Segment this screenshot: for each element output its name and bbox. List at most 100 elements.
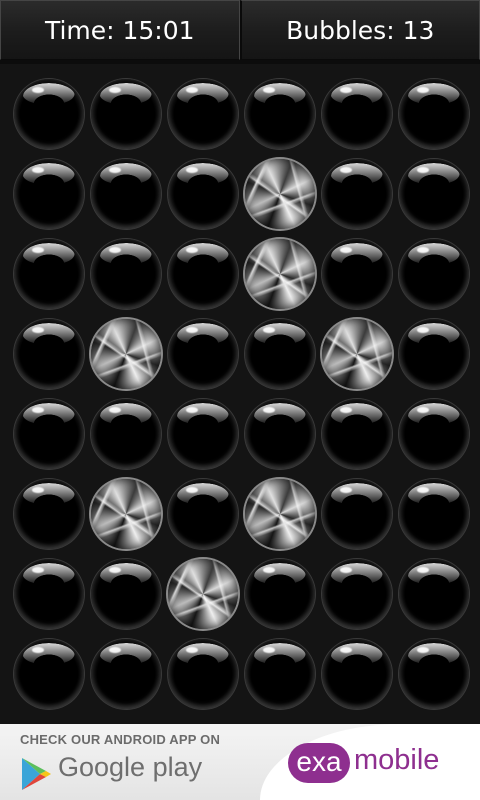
bubble-cell <box>395 74 472 154</box>
bubble-cell <box>241 634 318 714</box>
bubble[interactable] <box>321 239 392 309</box>
status-bar: Time: 15:01 Bubbles: 13 <box>0 0 480 64</box>
bubble[interactable] <box>244 319 315 389</box>
bubble-grid <box>10 74 472 714</box>
bubble[interactable] <box>13 239 84 309</box>
popped-bubble <box>321 319 392 389</box>
bubble[interactable] <box>167 399 238 469</box>
bubble-cell <box>87 554 164 634</box>
bubble-cell <box>395 154 472 234</box>
bubble[interactable] <box>398 559 469 629</box>
bubble-cell <box>164 314 241 394</box>
bubble-cell <box>10 314 87 394</box>
bubble-cell <box>241 554 318 634</box>
bubble-cell <box>241 314 318 394</box>
bubble[interactable] <box>398 639 469 709</box>
bubble-cell <box>318 234 395 314</box>
bubble-cell <box>395 234 472 314</box>
bubble[interactable] <box>321 559 392 629</box>
bubble-cell <box>10 474 87 554</box>
bubble-cell <box>164 154 241 234</box>
bubble[interactable] <box>244 399 315 469</box>
bubble[interactable] <box>321 159 392 229</box>
bubble-cell <box>395 634 472 714</box>
bubble-cell <box>87 314 164 394</box>
bubble-cell <box>164 474 241 554</box>
bubble[interactable] <box>398 399 469 469</box>
bubble[interactable] <box>398 79 469 149</box>
bubble[interactable] <box>244 79 315 149</box>
bubble-wrap-game: Time: 15:01 Bubbles: 13 CHECK OUR ANDROI… <box>0 0 480 800</box>
popped-bubble <box>244 239 315 309</box>
bubble-cell <box>87 634 164 714</box>
bubble-cell <box>87 234 164 314</box>
bubble-cell <box>164 234 241 314</box>
bubble[interactable] <box>398 479 469 549</box>
bubble-cell <box>87 474 164 554</box>
bubble-cell <box>164 554 241 634</box>
bubble[interactable] <box>398 239 469 309</box>
bubble[interactable] <box>90 559 161 629</box>
exa-logo-text: mobile <box>354 744 440 776</box>
bubble-cell <box>241 394 318 474</box>
bubble[interactable] <box>13 559 84 629</box>
bubble-cell <box>10 234 87 314</box>
bubble-cell <box>10 74 87 154</box>
bubble-cell <box>318 394 395 474</box>
bubble[interactable] <box>13 479 84 549</box>
bubble[interactable] <box>13 319 84 389</box>
bubble-cell <box>10 554 87 634</box>
bubble-cell <box>241 474 318 554</box>
bubble[interactable] <box>167 239 238 309</box>
bubble[interactable] <box>321 479 392 549</box>
bubble-cell <box>164 74 241 154</box>
google-play-text: Google play <box>58 752 203 782</box>
time-display: Time: 15:01 <box>0 0 240 60</box>
bubble[interactable] <box>167 159 238 229</box>
bubble[interactable] <box>90 399 161 469</box>
bubble-cell <box>318 314 395 394</box>
bubble[interactable] <box>321 79 392 149</box>
bubble-cell <box>395 394 472 474</box>
bubble[interactable] <box>321 399 392 469</box>
popped-bubble <box>244 159 315 229</box>
bubble-cell <box>164 634 241 714</box>
bubble[interactable] <box>167 79 238 149</box>
bubble-cell <box>241 234 318 314</box>
ad-caption: CHECK OUR ANDROID APP ON <box>20 732 221 747</box>
exa-logo-badge: exa <box>288 743 350 783</box>
bubble-cell <box>395 474 472 554</box>
bubble-cell <box>318 474 395 554</box>
bubble-cell <box>87 154 164 234</box>
bubble[interactable] <box>398 159 469 229</box>
bubble[interactable] <box>244 559 315 629</box>
bubble-cell <box>318 154 395 234</box>
bubble[interactable] <box>13 79 84 149</box>
bubble[interactable] <box>167 319 238 389</box>
bubble[interactable] <box>13 159 84 229</box>
bubble[interactable] <box>244 639 315 709</box>
bubble-cell <box>10 394 87 474</box>
bubble-cell <box>10 154 87 234</box>
bubble-cell <box>318 634 395 714</box>
bubble[interactable] <box>13 399 84 469</box>
bubble[interactable] <box>167 479 238 549</box>
bubble-cell <box>10 634 87 714</box>
bubble[interactable] <box>13 639 84 709</box>
bubble-cell <box>241 154 318 234</box>
popped-bubble <box>90 479 161 549</box>
bubble[interactable] <box>167 639 238 709</box>
bubble-cell <box>87 74 164 154</box>
bubble[interactable] <box>321 639 392 709</box>
bubble[interactable] <box>90 639 161 709</box>
bubble[interactable] <box>90 79 161 149</box>
bubble[interactable] <box>90 239 161 309</box>
bubble[interactable] <box>90 159 161 229</box>
google-play-promo[interactable]: CHECK OUR ANDROID APP ON Google play <box>0 724 270 800</box>
google-play-icon <box>22 758 51 790</box>
bubble[interactable] <box>398 319 469 389</box>
bubble-cell <box>318 554 395 634</box>
bubble-cell <box>395 554 472 634</box>
popped-bubble <box>90 319 161 389</box>
popped-bubble <box>167 559 238 629</box>
